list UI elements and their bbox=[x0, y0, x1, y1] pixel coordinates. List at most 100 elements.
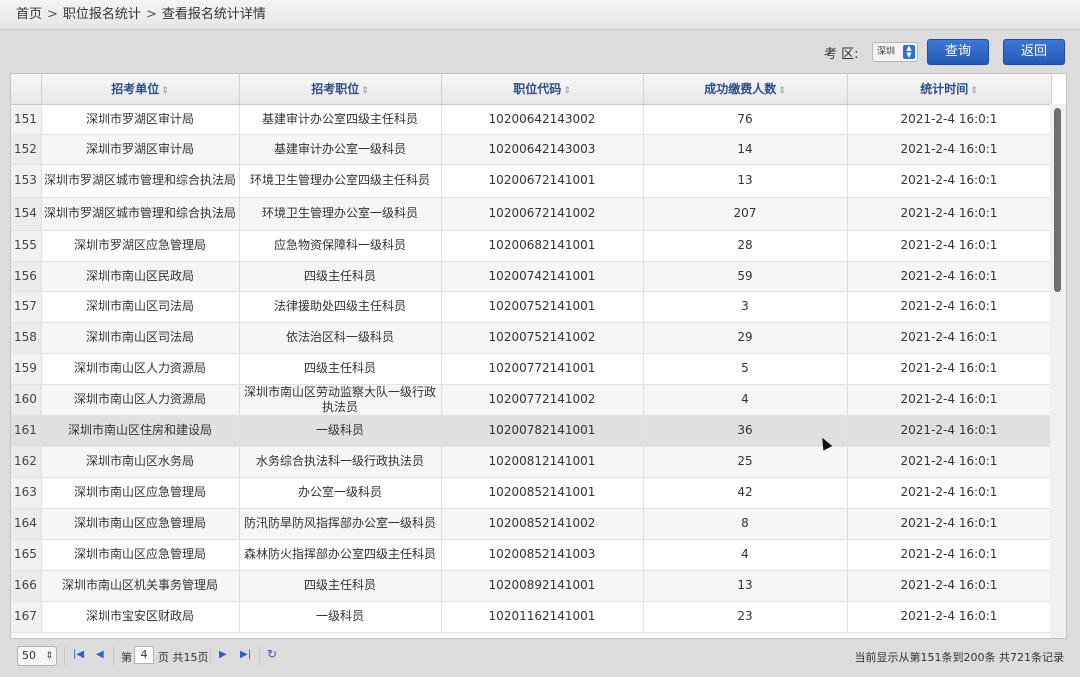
cell-code: 10201162141001 bbox=[441, 601, 644, 633]
vertical-scrollbar[interactable] bbox=[1050, 104, 1066, 638]
area-select-value: 深圳 bbox=[877, 47, 896, 57]
column-header-count[interactable]: 成功缴费人数 ⇕ bbox=[643, 74, 848, 105]
page-prefix: 第 bbox=[121, 651, 132, 664]
table-row[interactable]: 156 深圳市南山区民政局 四级主任科员 10200742141001 59 2021-2… bbox=[11, 261, 1052, 292]
cell-position: 基建审计办公室四级主任科员 bbox=[239, 104, 442, 135]
column-header-rownum bbox=[11, 74, 42, 105]
area-label: 考 区: bbox=[824, 47, 859, 62]
scrollbar-thumb[interactable] bbox=[1054, 108, 1061, 292]
table-row[interactable]: 161 深圳市南山区住房和建设局 一级科员 10200782141001 36 2021-… bbox=[11, 415, 1052, 447]
cell-unit: 深圳市南山区人力资源局 bbox=[41, 353, 240, 385]
cell-rownum: 159 bbox=[11, 353, 42, 385]
cell-count: 23 bbox=[643, 601, 848, 633]
table-row[interactable]: 158 深圳市南山区司法局 依法治区科一级科员 10200752141002 29 202… bbox=[11, 322, 1052, 354]
cell-time: 2021-2-4 16:0:1 bbox=[847, 134, 1052, 165]
table-row[interactable]: 167 深圳市宝安区财政局 一级科员 10201162141001 23 2021-2-4… bbox=[11, 601, 1052, 633]
table-row[interactable]: 153 深圳市罗湖区城市管理和综合执法局 环境卫生管理办公室四级主任科员 102006… bbox=[11, 164, 1052, 198]
sort-icon: ⇕ bbox=[778, 86, 786, 97]
cell-unit: 深圳市罗湖区审计局 bbox=[41, 134, 240, 165]
breadcrumb-separator: > bbox=[47, 7, 58, 22]
cell-position: 办公室一级科员 bbox=[239, 477, 442, 509]
cell-count: 8 bbox=[643, 508, 848, 540]
table-row[interactable]: 160 深圳市南山区人力资源局 深圳市南山区劳动监察大队一级行政执法员 1020077… bbox=[11, 384, 1052, 416]
cell-unit: 深圳市南山区人力资源局 bbox=[41, 384, 240, 416]
cell-time: 2021-2-4 16:0:1 bbox=[847, 261, 1052, 292]
table-row[interactable]: 166 深圳市南山区机关事务管理局 四级主任科员 10200892141001 13 20… bbox=[11, 570, 1052, 602]
cell-rownum: 151 bbox=[11, 104, 42, 135]
cell-rownum: 152 bbox=[11, 134, 42, 165]
table-row[interactable]: 159 深圳市南山区人力资源局 四级主任科员 10200772141001 5 2021-… bbox=[11, 353, 1052, 385]
area-select[interactable]: 深圳 ▲ ▼ bbox=[872, 42, 918, 62]
breadcrumb-current: 查看报名统计详情 bbox=[161, 7, 266, 22]
cell-position: 深圳市南山区劳动监察大队一级行政执法员 bbox=[239, 384, 442, 416]
cell-code: 10200812141001 bbox=[441, 446, 644, 478]
breadcrumb: 首页 > 职位报名统计 > 查看报名统计详情 bbox=[0, 0, 1080, 30]
cell-unit: 深圳市罗湖区城市管理和综合执法局 bbox=[41, 197, 240, 231]
cell-code: 10200752141002 bbox=[441, 322, 644, 354]
query-button[interactable]: 查询 bbox=[927, 39, 989, 65]
table-row[interactable]: 162 深圳市南山区水务局 水务综合执法科一级行政执法员 10200812141001… bbox=[11, 446, 1052, 478]
cell-unit: 深圳市南山区应急管理局 bbox=[41, 539, 240, 571]
cell-count: 207 bbox=[643, 197, 848, 231]
cell-position: 环境卫生管理办公室一级科员 bbox=[239, 197, 442, 231]
prev-page-icon[interactable]: ◀ bbox=[96, 649, 104, 660]
cell-time: 2021-2-4 16:0:1 bbox=[847, 197, 1052, 231]
column-header-position[interactable]: 招考职位 ⇕ bbox=[239, 74, 442, 105]
breadcrumb-stats[interactable]: 职位报名统计 bbox=[63, 7, 141, 22]
cell-code: 10200772141001 bbox=[441, 353, 644, 385]
next-page-icon[interactable]: ▶ bbox=[219, 649, 227, 660]
cell-rownum: 158 bbox=[11, 322, 42, 354]
page-number-input[interactable]: 4 bbox=[134, 646, 154, 664]
table-row[interactable]: 165 深圳市南山区应急管理局 森林防火指挥部办公室四级主任科员 1020085214… bbox=[11, 539, 1052, 571]
cell-count: 36 bbox=[643, 415, 848, 447]
select-spinner-icon: ▲ ▼ bbox=[903, 45, 915, 59]
cell-code: 10200852141002 bbox=[441, 508, 644, 540]
cell-code: 10200852141001 bbox=[441, 477, 644, 509]
cell-unit: 深圳市南山区民政局 bbox=[41, 261, 240, 292]
back-button[interactable]: 返回 bbox=[1003, 39, 1065, 65]
table-row[interactable]: 154 深圳市罗湖区城市管理和综合执法局 环境卫生管理办公室一级科员 10200672… bbox=[11, 197, 1052, 231]
column-header-unit[interactable]: 招考单位 ⇕ bbox=[41, 74, 240, 105]
table-row[interactable]: 151 深圳市罗湖区审计局 基建审计办公室四级主任科员 10200642143002 7… bbox=[11, 104, 1052, 135]
cell-rownum: 155 bbox=[11, 230, 42, 262]
cell-count: 13 bbox=[643, 164, 848, 198]
table-row[interactable]: 155 深圳市罗湖区应急管理局 应急物资保障科一级科员 10200682141001 2… bbox=[11, 230, 1052, 262]
cell-unit: 深圳市罗湖区城市管理和综合执法局 bbox=[41, 164, 240, 198]
cell-unit: 深圳市南山区机关事务管理局 bbox=[41, 570, 240, 602]
cell-time: 2021-2-4 16:0:1 bbox=[847, 353, 1052, 385]
cell-rownum: 161 bbox=[11, 415, 42, 447]
page-size-select[interactable]: 50 ⇕ bbox=[17, 646, 57, 666]
cell-position: 水务综合执法科一级行政执法员 bbox=[239, 446, 442, 478]
cell-count: 14 bbox=[643, 134, 848, 165]
cell-time: 2021-2-4 16:0:1 bbox=[847, 322, 1052, 354]
cell-position: 四级主任科员 bbox=[239, 353, 442, 385]
cell-rownum: 163 bbox=[11, 477, 42, 509]
breadcrumb-home[interactable]: 首页 bbox=[16, 7, 42, 22]
refresh-icon[interactable]: ↻ bbox=[267, 647, 277, 661]
select-arrows-icon: ⇕ bbox=[45, 651, 53, 661]
page-total: 页 共15页 bbox=[158, 651, 209, 664]
data-grid: 招考单位 ⇕ 招考职位 ⇕ 职位代码 ⇕ 成功缴费人数 ⇕ 统计时间 ⇕ 151 深圳市罗湖… bbox=[10, 73, 1067, 639]
cell-rownum: 167 bbox=[11, 601, 42, 633]
cell-position: 防汛防旱防风指挥部办公室一级科员 bbox=[239, 508, 442, 540]
cell-code: 10200672141001 bbox=[441, 164, 644, 198]
first-page-icon[interactable]: |◀ bbox=[73, 649, 84, 660]
table-row[interactable]: 157 深圳市南山区司法局 法律援助处四级主任科员 10200752141001 3 20… bbox=[11, 291, 1052, 323]
last-page-icon[interactable]: ▶| bbox=[240, 649, 251, 660]
cell-unit: 深圳市罗湖区应急管理局 bbox=[41, 230, 240, 262]
cell-rownum: 157 bbox=[11, 291, 42, 323]
page-size-value: 50 bbox=[22, 649, 36, 662]
cell-unit: 深圳市宝安区财政局 bbox=[41, 601, 240, 633]
cell-position: 基建审计办公室一级科员 bbox=[239, 134, 442, 165]
cell-code: 10200672141002 bbox=[441, 197, 644, 231]
cell-position: 应急物资保障科一级科员 bbox=[239, 230, 442, 262]
column-header-time[interactable]: 统计时间 ⇕ bbox=[847, 74, 1052, 105]
table-row[interactable]: 163 深圳市南山区应急管理局 办公室一级科员 10200852141001 42 202… bbox=[11, 477, 1052, 509]
cell-count: 25 bbox=[643, 446, 848, 478]
cell-rownum: 166 bbox=[11, 570, 42, 602]
table-row[interactable]: 152 深圳市罗湖区审计局 基建审计办公室一级科员 10200642143003 14 2… bbox=[11, 134, 1052, 165]
results-table: 招考单位 ⇕ 招考职位 ⇕ 职位代码 ⇕ 成功缴费人数 ⇕ 统计时间 ⇕ 151 深圳市罗湖… bbox=[11, 74, 1052, 633]
table-row[interactable]: 164 深圳市南山区应急管理局 防汛防旱防风指挥部办公室一级科员 1020085214… bbox=[11, 508, 1052, 540]
column-header-code[interactable]: 职位代码 ⇕ bbox=[441, 74, 644, 105]
cell-position: 依法治区科一级科员 bbox=[239, 322, 442, 354]
